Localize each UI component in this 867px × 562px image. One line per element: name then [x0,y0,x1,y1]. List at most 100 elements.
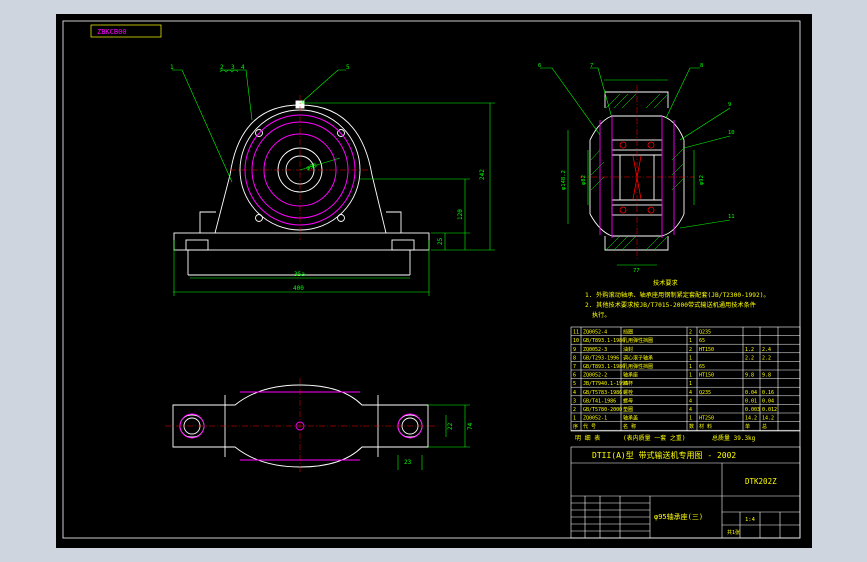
notes-line-1: 1. 外购滚动轴承、轴承座用钢制紧定套配套(JB/T2300-1992)。 [585,291,770,299]
table-cell: 调心滚子轴承 [623,354,653,361]
table-cell: HT150 [699,347,714,353]
dim-base-thickness: 25 [437,237,444,245]
table-cell: 7 [573,364,576,370]
leader-9: 9 [728,102,731,108]
table-cell: 1 [689,381,692,387]
table-cell: 1 [689,338,692,344]
drawing-number: DTK202Z [745,477,777,486]
leader-6: 6 [538,63,541,69]
leader-10: 10 [728,130,735,136]
scale: 1:4 [745,517,756,523]
leader-4: 4 [241,64,245,71]
table-cell: 14.2 [745,416,757,422]
table-cell: HT250 [699,416,714,422]
table-cell: 9.8 [745,373,754,379]
table-cell: 1 [689,355,692,361]
table-cell: 9.8 [762,373,771,379]
table-cell: 孔用弹性挡圈 [623,363,653,370]
leader-2: 2 [220,64,224,71]
table-cell: ZQ0052-4 [583,330,607,336]
table-cell: 6 [573,373,576,379]
table-cell: GB/T5783-1986 [583,390,622,396]
table-cell: 油封 [623,346,633,353]
dim-inner-dia: φ92 [699,175,705,185]
table-cell: 轴承盖 [623,415,638,422]
table-cell: 65 [699,364,705,370]
table-cell: GB/T293-1996 [583,355,619,361]
summary-mid: (表内质量 一套 之重) [623,434,685,442]
table-header-cell: 单 [745,423,750,430]
leader-3: 3 [231,64,235,71]
table-cell: 8 [573,355,576,361]
leader-5: 5 [346,64,350,71]
stamp-text: ZBKCB00 [97,28,127,36]
table-cell: 孔用弹性挡圈 [623,337,653,344]
leader-7: 7 [590,63,593,69]
table-cell: 10 [573,338,579,344]
table-header-cell: 材 料 [699,423,712,430]
table-cell: 1 [689,416,692,422]
dim-center-height: 120 [457,209,464,220]
table-header-cell: 序 [573,423,578,430]
table-cell: GB/T5780-2000 [583,407,622,413]
leader-8: 8 [700,63,703,69]
part-name: φ95轴承座(三) [654,512,703,521]
table-cell: GB/T41-1986 [583,398,616,404]
table-header-cell: 数 [689,423,694,430]
table-cell: 2 [689,347,692,353]
table-cell: 0.04 [762,398,774,404]
table-cell: 轴承座 [623,372,638,379]
leader-11: 11 [728,214,735,220]
table-cell: 2 [573,407,576,413]
table-cell: 1 [689,373,692,379]
table-cell: 11 [573,330,579,336]
table-cell: 4 [573,390,576,396]
table-cell: 0.012 [762,407,777,413]
table-cell: 0.04 [745,390,757,396]
dim-total-height: 242 [479,169,486,180]
table-cell: 螺母 [623,397,633,404]
table-cell: 0.003 [745,407,760,413]
table-cell: GB/T893.1-1986 [583,364,625,370]
table-cell: ZQ0052-3 [583,347,607,353]
notes-heading: 技术要求 [653,279,678,287]
leader-1: 1 [170,64,174,71]
dim-total-width: 400 [293,285,304,292]
product-title: DTII(A)型 带式输送机专用图 - 2002 [592,450,736,460]
table-cell: 0.16 [762,390,774,396]
table-cell: 9 [573,347,576,353]
table-header-cell: 总 [762,423,767,430]
table-header-cell: 代 号 [583,423,596,430]
dim-seal-dia: φ82 [581,175,587,185]
table-cell: 3 [573,398,576,404]
summary-left: 明 细 表 [575,434,600,442]
table-cell: 1 [689,364,692,370]
table-cell: 挡圈 [623,329,633,336]
table-cell: 65 [699,338,705,344]
table-cell: 2 [689,330,692,336]
table-cell: Q235 [699,330,711,336]
table-cell: HT150 [699,373,714,379]
table-cell: 2.2 [745,355,754,361]
table-cell: 0.01 [745,398,757,404]
dim-slot-width: 22 [447,422,454,430]
drawing-canvas: ZBKCB00 400 35a φ95 242 120 25 1 2 3 4 5… [0,0,867,562]
sheets: 共1张 [727,529,740,536]
table-cell: 油杯 [623,380,633,387]
table-cell: 14.2 [762,416,774,422]
table-header-cell: 名 称 [623,423,636,430]
dim-outer-dia: φ148.2 [561,170,567,190]
notes-line-3: 执行。 [592,311,611,319]
table-cell: 4 [689,398,692,404]
table-cell: ZQ0052-1 [583,416,607,422]
table-cell: 2.4 [762,347,771,353]
table-cell: 2.2 [762,355,771,361]
table-cell: GB/T893.1-1986 [583,338,625,344]
table-cell: 5 [573,381,576,387]
table-cell: Q235 [699,390,711,396]
table-cell: 4 [689,390,692,396]
table-cell: 1 [573,416,576,422]
dim-bolt-span: 35a [294,271,305,278]
table-cell: 垫圈 [623,406,633,413]
table-cell: 螺栓 [623,389,633,396]
